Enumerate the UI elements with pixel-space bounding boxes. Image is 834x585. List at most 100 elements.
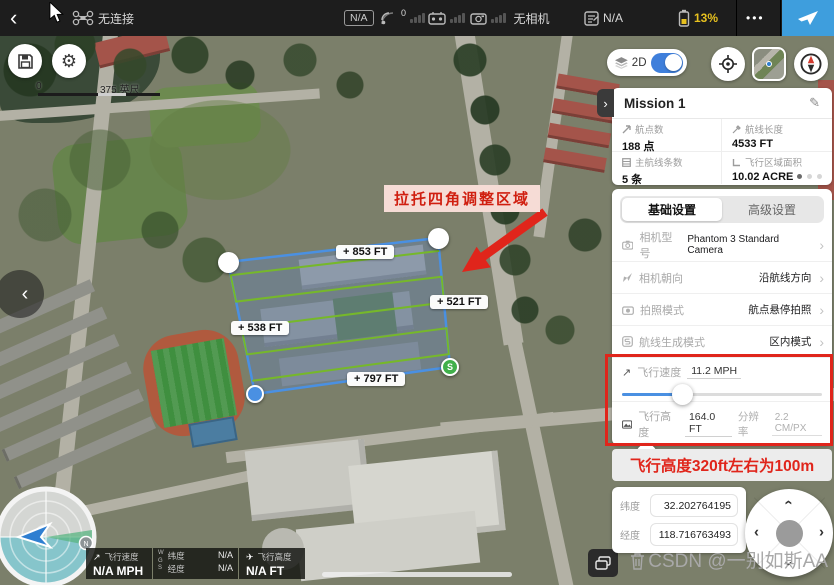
flight-mode-badge: N/A [344,0,374,36]
save-mission-button[interactable] [8,44,42,78]
gps-status: 0 [380,0,425,36]
datum-label: WGS [158,550,164,577]
setting-camera-model[interactable]: 相机型号 Phantom 3 Standard Camera › [612,229,832,261]
chevron-right-icon: › [819,335,824,349]
setting-photo-mode[interactable]: 拍照模式 航点悬停拍照 › [612,293,832,325]
chevron-right-icon: › [819,238,824,252]
photo-mode-icon [622,305,634,315]
edit-mission-icon[interactable]: ✎ [809,95,820,111]
telemetry-speed: ↗飞行速度 N/A MPH [86,548,152,579]
more-menu-button[interactable]: ••• [746,0,765,36]
checklist-status[interactable]: N/A [584,0,623,36]
drone-icon [72,10,94,26]
camera-status-icon [470,12,487,25]
satellite-icon [380,11,397,26]
scale-start-label: 0 [36,81,42,92]
setting-camera-heading[interactable]: 相机朝向 沿航线方向 › [612,261,832,293]
edge-length-top: + 853 FT [336,245,394,259]
heading-icon [622,272,633,283]
save-icon [17,53,34,70]
dpad-center-button[interactable] [776,520,803,547]
crosshair-icon [719,55,737,73]
annotation-arrow [481,212,545,258]
scale-bar [98,93,126,96]
mouse-cursor [48,2,64,24]
grid-lines-icon [622,158,631,167]
battery-status: 13% [678,0,718,36]
remote-controller-icon [428,11,446,25]
takeoff-plane-icon [797,9,819,27]
longitude-label: 经度 [620,527,644,542]
dpad-up-button[interactable]: ‹ [781,500,798,505]
polygon-start-marker[interactable]: S [441,358,459,376]
watermark: CSDN @一别如斯AA [630,546,828,573]
stat-area: 飞行区域面积 10.02 ACRE [722,152,832,184]
pagination-dots[interactable] [797,174,822,179]
panel-collapse-tab[interactable]: › [597,89,614,117]
camera-status-label: 无相机 [514,10,550,27]
speed-telemetry-icon: ↗ [93,552,101,563]
telemetry-coordinates: WGS 纬度N/A 经度N/A [153,548,238,579]
tab-advanced-settings[interactable]: 高级设置 [722,198,822,221]
area-ruler-icon [732,158,741,167]
latitude-input[interactable]: 32.202764195 [650,494,738,517]
attitude-compass: N [0,483,100,585]
map-mode-pill: 2D [607,49,687,76]
minimap-button[interactable] [752,47,786,81]
rc-status [428,0,465,36]
compass-reset-button[interactable] [794,47,828,81]
compass-north-letter: N [83,541,88,548]
altitude-telemetry-icon: ✈ [246,552,254,563]
scale-bar [126,93,160,96]
latitude-label: 纬度 [620,498,644,513]
polygon-handle-topleft[interactable] [218,252,239,273]
coordinates-card: 纬度 32.202764195 经度 118.716763493 [612,487,746,553]
battery-icon [678,9,690,27]
edge-length-right: + 521 FT [430,295,488,309]
tab-basic-settings[interactable]: 基础设置 [622,198,722,221]
minimap-location-dot [766,61,772,67]
settings-button[interactable]: ⚙ [52,44,86,78]
settings-tabs: 基础设置 高级设置 [620,196,824,223]
mission-card: Mission 1 ✎ 航点数 188 点 航线长度 4533 FT 主航线条数… [612,88,832,185]
checklist-value: N/A [603,11,623,25]
camera-icon [622,240,633,250]
gps-signal-bars [410,13,425,23]
mission-title: Mission 1 [624,96,686,111]
battery-percent: 13% [694,11,718,25]
toggle-knob [665,54,682,71]
waypoint-icon [622,125,631,134]
chevron-left-icon: ‹ [22,283,29,306]
connection-status-label: 无连接 [98,10,134,27]
takeoff-button[interactable] [782,0,834,36]
back-button[interactable]: ‹ [10,0,17,36]
polygon-handle-bottomleft[interactable] [246,385,264,403]
layers-icon [615,57,628,69]
annotation-note: 飞行高度320ft左右为100m [612,449,832,481]
screenshot-thumbnail-button[interactable] [588,549,618,577]
route-mode-icon [622,336,633,347]
camera-signal-bars [491,13,506,23]
stat-waypoints: 航点数 188 点 [612,119,722,152]
dpad-right-button[interactable]: › [819,524,824,541]
start-marker-letter: S [447,362,453,372]
view-toggle-switch[interactable] [651,53,684,73]
setting-route-mode[interactable]: 航线生成模式 区内模式 › [612,325,832,357]
rc-signal-bars [450,13,465,23]
chevron-right-icon: › [819,303,824,317]
compass-icon [798,51,824,77]
polygon-handle-topright[interactable] [428,228,449,249]
annotation-hint-label: 拉托四角调整区域 [384,185,540,212]
gps-count: 0 [401,8,406,18]
locate-me-button[interactable] [711,47,745,81]
dpad-left-button[interactable]: ‹ [754,524,759,541]
longitude-row: 经度 118.716763493 [612,520,746,549]
aircraft-status: 无连接 [72,0,134,36]
app-screen: S + 853 FT + 521 FT + 538 FT + 797 FT 拉托… [0,0,834,585]
chevron-right-icon: › [819,271,824,285]
edge-length-left: + 538 FT [231,321,289,335]
annotation-red-rectangle [605,354,833,446]
edge-length-bottom: + 797 FT [347,372,405,386]
longitude-input[interactable]: 118.716763493 [650,523,738,546]
chevron-right-icon: › [603,96,607,111]
